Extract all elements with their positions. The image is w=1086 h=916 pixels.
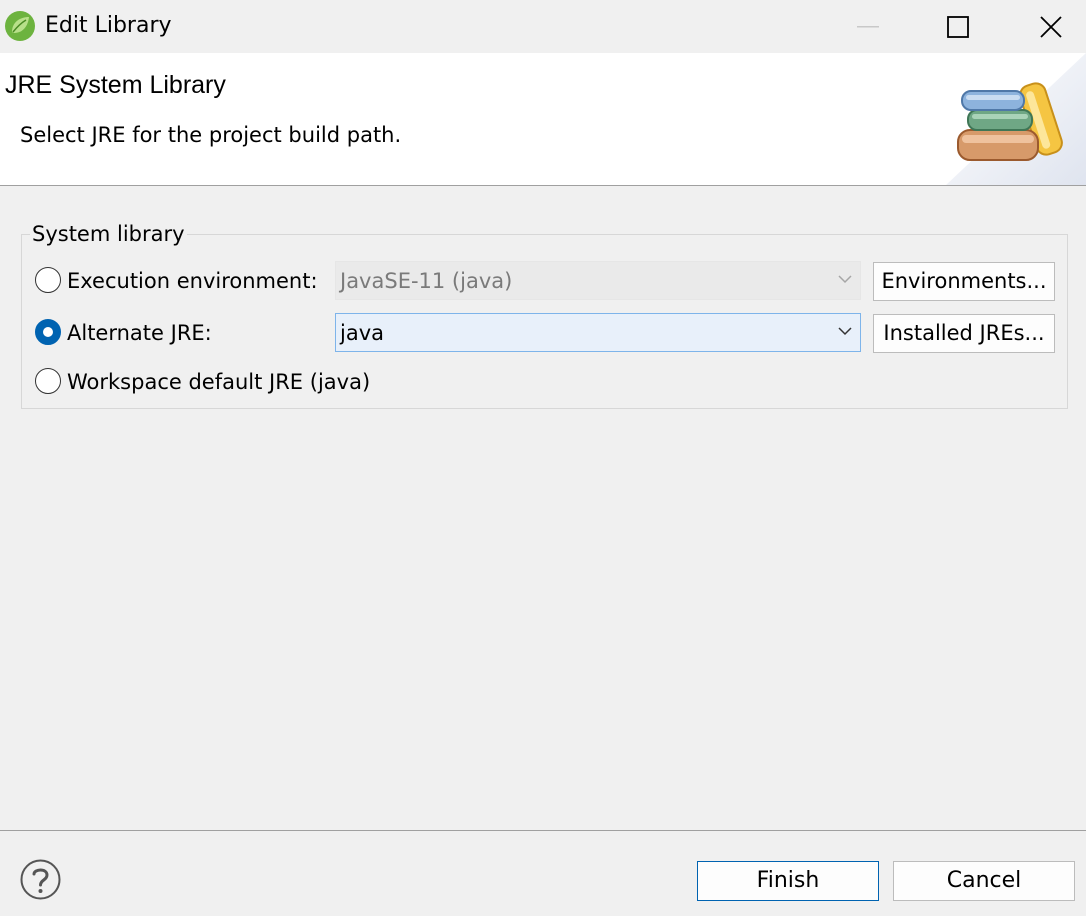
page-description: Select JRE for the project build path. [20,123,402,147]
minimize-button[interactable] [822,0,914,53]
chevron-down-icon [838,275,852,284]
installed-jres-button[interactable]: Installed JREs... [873,314,1055,353]
footer-separator [0,830,1086,831]
minimize-icon [857,25,879,27]
finish-button[interactable]: Finish [697,861,879,901]
cancel-button[interactable]: Cancel [893,861,1075,901]
maximize-button[interactable] [912,0,1004,53]
help-icon[interactable] [20,859,61,900]
environments-button[interactable]: Environments... [873,262,1055,301]
close-button[interactable] [1005,0,1086,53]
edit-library-dialog: Edit Library JRE System Library Select J… [0,0,1086,916]
system-library-group-label: System library [30,222,187,246]
alternate-jre-combo[interactable]: java [335,313,861,352]
page-title: JRE System Library [5,71,226,99]
spring-leaf-icon [5,11,35,41]
execution-environment-combo-value: JavaSE-11 (java) [340,269,513,293]
execution-environment-label: Execution environment: [67,269,318,293]
alternate-jre-combo-value: java [340,321,384,345]
workspace-default-jre-label: Workspace default JRE (java) [67,370,371,394]
close-icon [1040,15,1062,38]
workspace-default-jre-radio[interactable] [35,368,61,394]
library-books-icon [946,53,1086,185]
window-title: Edit Library [45,13,172,38]
execution-environment-combo[interactable]: JavaSE-11 (java) [335,261,861,300]
alternate-jre-radio[interactable] [35,319,61,345]
execution-environment-radio[interactable] [35,267,61,293]
chevron-down-icon [838,327,852,336]
title-bar: Edit Library [0,0,1086,53]
wizard-banner: JRE System Library Select JRE for the pr… [0,53,1086,186]
alternate-jre-label: Alternate JRE: [67,321,212,345]
maximize-icon [947,15,969,38]
